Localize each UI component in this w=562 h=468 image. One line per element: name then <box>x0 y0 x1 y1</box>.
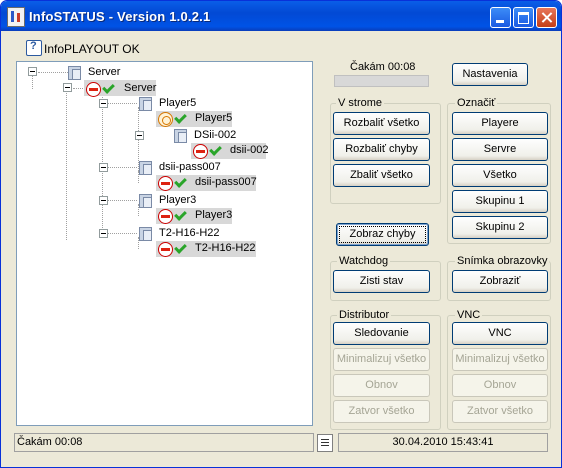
distributor-restore-button[interactable]: Obnov <box>333 374 430 397</box>
wait-countdown-label: Čakám 00:08 <box>350 61 416 73</box>
check-status-button[interactable]: Zisti stav <box>333 270 430 293</box>
collapse-toggle[interactable] <box>63 83 72 92</box>
mark-players-button[interactable]: Playere <box>452 112 548 135</box>
tree-node-dsii002-group[interactable]: DSii-002 <box>194 129 236 141</box>
minimize-button[interactable] <box>490 7 511 28</box>
settings-button[interactable]: Nastavenia <box>452 63 528 86</box>
collapse-toggle[interactable] <box>99 229 108 238</box>
watchdog-group-title: Watchdog <box>337 255 391 267</box>
collapse-all-button[interactable]: Zbaliť všetko <box>333 164 430 187</box>
screenshot-group-title: Snímka obrazovky <box>455 255 550 267</box>
tree-node-label: Server <box>124 82 157 94</box>
collapse-toggle[interactable] <box>28 67 37 76</box>
player-group-icon <box>139 194 152 208</box>
server-tree[interactable]: Server Server Player5 Player5 DSii-002 d… <box>16 61 313 426</box>
tree-node-t2h16h22-group[interactable]: T2-H16-H22 <box>159 227 220 239</box>
tree-actions-group-title: V strome <box>336 97 385 109</box>
tree-node-player3-group[interactable]: Player3 <box>159 194 196 206</box>
vnc-group-title: VNC <box>455 309 483 321</box>
group-icon <box>139 227 152 241</box>
distributor-group-title: Distributor <box>337 309 392 321</box>
t2-h16-h22-status-icon <box>158 242 173 257</box>
collapse-toggle[interactable] <box>99 163 108 172</box>
player5-status-icon <box>158 112 173 127</box>
group-icon <box>174 129 187 143</box>
player3-status-icon <box>158 209 173 224</box>
tree-node-label: Player5 <box>195 112 233 124</box>
tree-node-player5-group[interactable]: Player5 <box>159 97 196 109</box>
expand-errors-button[interactable]: Rozbaliť chyby <box>333 138 430 161</box>
mark-group2-button[interactable]: Skupinu 2 <box>452 216 548 239</box>
distributor-close-all-button[interactable]: Zatvor všetko <box>333 400 430 423</box>
tree-node-label: dsii-pass007 <box>195 176 257 188</box>
statusbar-wait: Čakám 00:08 <box>14 433 314 452</box>
vnc-close-all-button[interactable]: Zatvor všetko <box>452 400 548 423</box>
collapse-toggle[interactable] <box>99 196 108 205</box>
vnc-minimize-all-button[interactable]: Minimalizuj všetko <box>452 348 548 371</box>
tree-node-label: dsii-002 <box>230 144 269 156</box>
playout-status-icon <box>26 40 42 56</box>
vnc-button[interactable]: VNC <box>452 322 548 345</box>
dsii-002-status-icon <box>193 144 208 159</box>
tree-node-server-group[interactable]: Server <box>88 66 120 78</box>
mark-all-button[interactable]: Všetko <box>452 164 548 187</box>
wait-progress-bar <box>334 75 429 87</box>
monitoring-button[interactable]: Sledovanie <box>333 322 430 345</box>
playout-status-label: InfoPLAYOUT OK <box>44 42 140 56</box>
mark-group1-button[interactable]: Skupinu 1 <box>452 190 548 213</box>
maximize-button[interactable] <box>513 7 534 28</box>
server-group-icon <box>68 66 81 80</box>
collapse-toggle[interactable] <box>99 99 108 108</box>
notes-icon[interactable] <box>317 434 333 452</box>
group-icon <box>139 161 152 175</box>
server-status-icon <box>86 82 101 97</box>
window-title: InfoSTATUS - Version 1.0.2.1 <box>29 9 211 24</box>
distributor-minimize-all-button[interactable]: Minimalizuj všetko <box>333 348 430 371</box>
show-screenshot-button[interactable]: Zobraziť <box>452 270 548 293</box>
title-bar[interactable]: InfoSTATUS - Version 1.0.2.1 <box>1 1 561 31</box>
vnc-restore-button[interactable]: Obnov <box>452 374 548 397</box>
show-errors-button[interactable]: Zobraz chyby <box>336 223 429 246</box>
statusbar-datetime: 30.04.2010 15:43:41 <box>338 433 548 452</box>
collapse-toggle[interactable] <box>135 131 144 140</box>
player-group-icon <box>139 97 152 111</box>
expand-all-button[interactable]: Rozbaliť všetko <box>333 112 430 135</box>
mark-servers-button[interactable]: Servre <box>452 138 548 161</box>
tree-node-label: Player3 <box>195 209 233 221</box>
close-button[interactable] <box>536 7 557 28</box>
mark-group-title: Označiť <box>455 97 498 109</box>
dsii-pass007-status-icon <box>158 176 173 191</box>
tree-node-label: T2-H16-H22 <box>195 242 256 254</box>
tree-node-dsiipass007-group[interactable]: dsii-pass007 <box>159 161 221 173</box>
app-icon[interactable] <box>7 7 25 27</box>
